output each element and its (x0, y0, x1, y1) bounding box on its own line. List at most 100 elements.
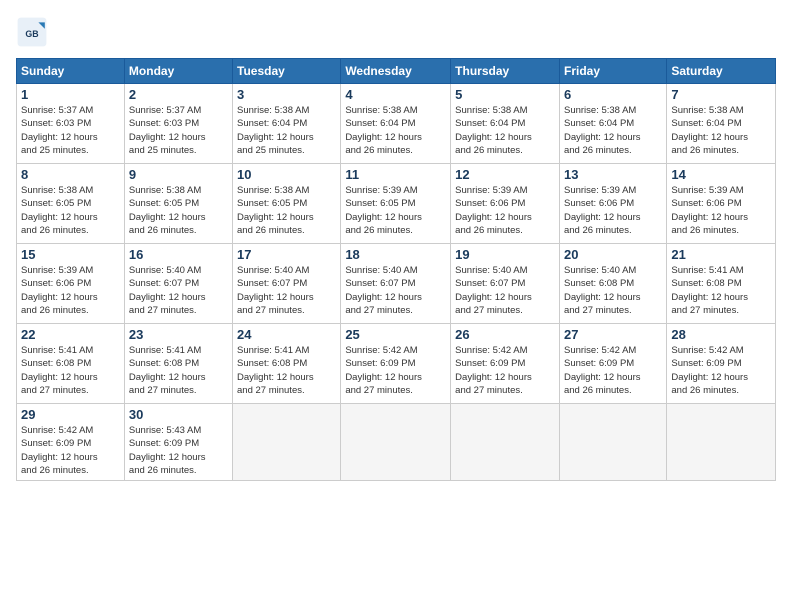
day-info: Sunrise: 5:41 AMSunset: 6:08 PMDaylight:… (129, 344, 228, 397)
day-number: 26 (455, 327, 555, 342)
day-info: Sunrise: 5:42 AMSunset: 6:09 PMDaylight:… (564, 344, 662, 397)
day-info: Sunrise: 5:42 AMSunset: 6:09 PMDaylight:… (345, 344, 446, 397)
day-cell: 1 Sunrise: 5:37 AMSunset: 6:03 PMDaylight… (17, 84, 125, 164)
day-number: 19 (455, 247, 555, 262)
day-number: 27 (564, 327, 662, 342)
logo: GB (16, 16, 52, 48)
day-cell: 28 Sunrise: 5:42 AMSunset: 6:09 PMDayligh… (667, 324, 776, 404)
week-row-3: 15Sunrise: 5:39 AMSunset: 6:06 PMDayligh… (17, 244, 776, 324)
day-info: Sunrise: 5:38 AMSunset: 6:04 PMDaylight:… (671, 104, 771, 157)
day-number: 13 (564, 167, 662, 182)
day-info: Sunrise: 5:39 AMSunset: 6:06 PMDaylight:… (455, 184, 555, 237)
calendar-table: SundayMondayTuesdayWednesdayThursdayFrid… (16, 58, 776, 481)
day-number: 20 (564, 247, 662, 262)
day-info: Sunrise: 5:39 AMSunset: 6:06 PMDaylight:… (564, 184, 662, 237)
day-info: Sunrise: 5:40 AMSunset: 6:08 PMDaylight:… (564, 264, 662, 317)
day-cell: 27 Sunrise: 5:42 AMSunset: 6:09 PMDayligh… (559, 324, 666, 404)
day-info: Sunrise: 5:38 AMSunset: 6:04 PMDaylight:… (564, 104, 662, 157)
day-info: Sunrise: 5:42 AMSunset: 6:09 PMDaylight:… (671, 344, 771, 397)
day-cell (451, 404, 560, 481)
day-info: Sunrise: 5:41 AMSunset: 6:08 PMDaylight:… (21, 344, 120, 397)
day-cell (233, 404, 341, 481)
day-number: 21 (671, 247, 771, 262)
weekday-friday: Friday (559, 59, 666, 84)
weekday-monday: Monday (124, 59, 232, 84)
day-info: Sunrise: 5:40 AMSunset: 6:07 PMDaylight:… (455, 264, 555, 317)
day-info: Sunrise: 5:38 AMSunset: 6:04 PMDaylight:… (345, 104, 446, 157)
weekday-tuesday: Tuesday (233, 59, 341, 84)
page-header: GB (16, 16, 776, 48)
day-info: Sunrise: 5:41 AMSunset: 6:08 PMDaylight:… (237, 344, 336, 397)
day-cell (559, 404, 666, 481)
day-number: 4 (345, 87, 446, 102)
day-cell: 23 Sunrise: 5:41 AMSunset: 6:08 PMDayligh… (124, 324, 232, 404)
day-info: Sunrise: 5:38 AMSunset: 6:04 PMDaylight:… (237, 104, 336, 157)
day-info: Sunrise: 5:38 AMSunset: 6:04 PMDaylight:… (455, 104, 555, 157)
day-cell: 19 Sunrise: 5:40 AMSunset: 6:07 PMDayligh… (451, 244, 560, 324)
logo-icon: GB (16, 16, 48, 48)
day-info: Sunrise: 5:42 AMSunset: 6:09 PMDaylight:… (455, 344, 555, 397)
day-number: 5 (455, 87, 555, 102)
day-cell (667, 404, 776, 481)
day-cell: 5 Sunrise: 5:38 AMSunset: 6:04 PMDaylight… (451, 84, 560, 164)
day-cell: 26 Sunrise: 5:42 AMSunset: 6:09 PMDayligh… (451, 324, 560, 404)
day-number: 12 (455, 167, 555, 182)
day-cell: 21 Sunrise: 5:41 AMSunset: 6:08 PMDayligh… (667, 244, 776, 324)
day-info: Sunrise: 5:43 AMSunset: 6:09 PMDaylight:… (129, 424, 228, 477)
day-info: Sunrise: 5:37 AMSunset: 6:03 PMDaylight:… (21, 104, 120, 157)
day-number: 3 (237, 87, 336, 102)
day-cell: 13 Sunrise: 5:39 AMSunset: 6:06 PMDayligh… (559, 164, 666, 244)
day-cell: 10 Sunrise: 5:38 AMSunset: 6:05 PMDayligh… (233, 164, 341, 244)
day-number: 10 (237, 167, 336, 182)
day-number: 30 (129, 407, 228, 422)
day-number: 2 (129, 87, 228, 102)
calendar-body: 1 Sunrise: 5:37 AMSunset: 6:03 PMDaylight… (17, 84, 776, 481)
week-row-2: 8Sunrise: 5:38 AMSunset: 6:05 PMDaylight… (17, 164, 776, 244)
day-cell: 14 Sunrise: 5:39 AMSunset: 6:06 PMDayligh… (667, 164, 776, 244)
day-cell: 8Sunrise: 5:38 AMSunset: 6:05 PMDaylight… (17, 164, 125, 244)
day-number: 11 (345, 167, 446, 182)
day-number: 18 (345, 247, 446, 262)
day-cell: 9 Sunrise: 5:38 AMSunset: 6:05 PMDaylight… (124, 164, 232, 244)
day-info: Sunrise: 5:39 AMSunset: 6:05 PMDaylight:… (345, 184, 446, 237)
week-row-1: 1 Sunrise: 5:37 AMSunset: 6:03 PMDaylight… (17, 84, 776, 164)
weekday-saturday: Saturday (667, 59, 776, 84)
day-cell (341, 404, 451, 481)
day-info: Sunrise: 5:40 AMSunset: 6:07 PMDaylight:… (345, 264, 446, 317)
day-number: 16 (129, 247, 228, 262)
day-number: 7 (671, 87, 771, 102)
day-number: 29 (21, 407, 120, 422)
day-number: 25 (345, 327, 446, 342)
day-number: 24 (237, 327, 336, 342)
day-number: 14 (671, 167, 771, 182)
day-info: Sunrise: 5:38 AMSunset: 6:05 PMDaylight:… (237, 184, 336, 237)
day-cell: 22 Sunrise: 5:41 AMSunset: 6:08 PMDayligh… (17, 324, 125, 404)
day-number: 17 (237, 247, 336, 262)
day-cell: 30 Sunrise: 5:43 AMSunset: 6:09 PMDayligh… (124, 404, 232, 481)
day-info: Sunrise: 5:38 AMSunset: 6:05 PMDaylight:… (129, 184, 228, 237)
day-number: 28 (671, 327, 771, 342)
day-cell: 2 Sunrise: 5:37 AMSunset: 6:03 PMDaylight… (124, 84, 232, 164)
day-info: Sunrise: 5:41 AMSunset: 6:08 PMDaylight:… (671, 264, 771, 317)
weekday-wednesday: Wednesday (341, 59, 451, 84)
week-row-4: 22 Sunrise: 5:41 AMSunset: 6:08 PMDayligh… (17, 324, 776, 404)
weekday-thursday: Thursday (451, 59, 560, 84)
day-info: Sunrise: 5:39 AMSunset: 6:06 PMDaylight:… (671, 184, 771, 237)
weekday-sunday: Sunday (17, 59, 125, 84)
day-number: 9 (129, 167, 228, 182)
day-info: Sunrise: 5:40 AMSunset: 6:07 PMDaylight:… (237, 264, 336, 317)
day-info: Sunrise: 5:40 AMSunset: 6:07 PMDaylight:… (129, 264, 228, 317)
svg-text:GB: GB (25, 29, 38, 39)
day-number: 22 (21, 327, 120, 342)
day-cell: 4 Sunrise: 5:38 AMSunset: 6:04 PMDaylight… (341, 84, 451, 164)
day-cell: 6 Sunrise: 5:38 AMSunset: 6:04 PMDaylight… (559, 84, 666, 164)
day-info: Sunrise: 5:38 AMSunset: 6:05 PMDaylight:… (21, 184, 120, 237)
day-info: Sunrise: 5:37 AMSunset: 6:03 PMDaylight:… (129, 104, 228, 157)
day-cell: 3 Sunrise: 5:38 AMSunset: 6:04 PMDaylight… (233, 84, 341, 164)
day-number: 6 (564, 87, 662, 102)
day-cell: 18 Sunrise: 5:40 AMSunset: 6:07 PMDayligh… (341, 244, 451, 324)
day-cell: 24 Sunrise: 5:41 AMSunset: 6:08 PMDayligh… (233, 324, 341, 404)
day-number: 23 (129, 327, 228, 342)
day-cell: 7 Sunrise: 5:38 AMSunset: 6:04 PMDaylight… (667, 84, 776, 164)
day-number: 1 (21, 87, 120, 102)
